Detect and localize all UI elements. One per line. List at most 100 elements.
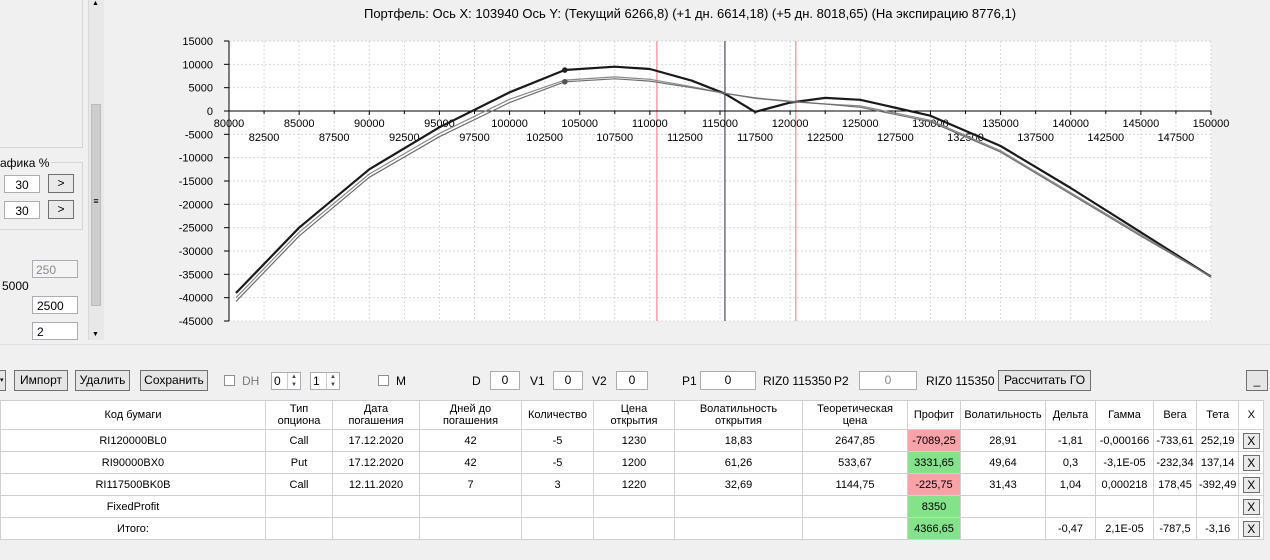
table-cell: 31,43 <box>960 473 1046 496</box>
save-button[interactable]: Сохранить <box>140 370 208 391</box>
d-field[interactable]: 0 <box>490 371 520 390</box>
m-checkbox[interactable] <box>378 375 389 386</box>
column-header[interactable]: Волатильность <box>960 400 1046 430</box>
table-cell <box>1153 495 1197 518</box>
chart-splitter[interactable] <box>0 344 1270 355</box>
remove-cell[interactable]: X <box>1238 473 1265 496</box>
x-tick-label: 85000 <box>284 118 315 130</box>
table-cell: 7 <box>419 473 522 496</box>
p2-label: P2 <box>834 374 849 388</box>
x-tick-label-lower: 82500 <box>249 132 280 144</box>
table-cell <box>674 517 803 540</box>
table-cell: 1220 <box>593 473 675 496</box>
remove-cell[interactable]: X <box>1238 429 1265 452</box>
x-tick-label-lower: 147500 <box>1158 132 1195 144</box>
spin-field-2[interactable]: 1 ▲ ▼ <box>310 372 340 390</box>
remove-row-button[interactable]: X <box>1242 520 1260 537</box>
table-cell: 28,91 <box>960 429 1046 452</box>
profit-cell: -7089,25 <box>907 429 961 452</box>
column-header[interactable]: Профит <box>907 400 961 430</box>
spin-field-1[interactable]: 0 ▲ ▼ <box>271 372 301 390</box>
column-header[interactable]: Тета <box>1195 400 1240 430</box>
table-cell: 17.12.2020 <box>332 451 420 474</box>
remove-row-button[interactable]: X <box>1242 432 1260 449</box>
column-header[interactable]: Теоретическая цена <box>802 400 908 430</box>
table-header-row: Код бумаги Тип опциона Дата погашения Дней … <box>0 400 1265 430</box>
column-header[interactable]: Цена открытия <box>593 400 675 430</box>
table-cell: RI120000BL0 <box>0 429 266 452</box>
column-header[interactable]: Вега <box>1153 400 1197 430</box>
dropdown-arrow-icon[interactable]: ▾ <box>0 370 6 391</box>
minimize-button[interactable]: _ <box>1246 370 1268 391</box>
table-cell <box>802 495 908 518</box>
table-cell <box>1195 495 1240 518</box>
x-tick-label: 125000 <box>842 118 879 130</box>
y-tick-label: -10000 <box>179 153 213 165</box>
table-cell <box>521 517 594 540</box>
table-cell: 42 <box>419 429 522 452</box>
table-cell <box>332 517 420 540</box>
v1-field[interactable]: 0 <box>553 371 583 390</box>
calculate-go-button[interactable]: Рассчитать ГО <box>998 370 1091 391</box>
table-cell <box>1045 495 1096 518</box>
import-button[interactable]: Импорт <box>14 370 68 391</box>
spin-field-1-value: 0 <box>274 374 281 388</box>
table-cell: 1230 <box>593 429 675 452</box>
x-tick-label: 100000 <box>491 118 528 130</box>
x-tick-label-lower: 127500 <box>877 132 914 144</box>
payoff-chart[interactable]: 15000 10000 5000 0 -5000 -10000 -15000 -20000 -2… <box>0 0 1270 345</box>
m-label: M <box>396 374 406 388</box>
column-header[interactable]: Дней до погашения <box>419 400 522 430</box>
column-header[interactable]: Код бумаги <box>0 400 266 430</box>
table-cell: 32,69 <box>674 473 803 496</box>
x-tick-label-lower: 122500 <box>807 132 844 144</box>
y-tick-label: -5000 <box>185 129 213 141</box>
table-row[interactable]: FixedProfit 8350 X <box>0 495 1265 518</box>
y-tick-label: -15000 <box>179 176 213 188</box>
table-cell: 2647,85 <box>802 429 908 452</box>
table-cell: -232,34 <box>1153 451 1197 474</box>
table-cell: 3 <box>521 473 594 496</box>
chart-grid <box>228 40 1212 322</box>
column-header[interactable]: Тип опциона <box>265 400 333 430</box>
x-tick-label-lower: 142500 <box>1087 132 1124 144</box>
delete-button[interactable]: Удалить <box>75 370 130 391</box>
p2-field[interactable]: 0 <box>859 371 917 390</box>
table-cell <box>674 495 803 518</box>
remove-row-button[interactable]: X <box>1242 476 1260 493</box>
column-header[interactable]: Дата погашения <box>332 400 420 430</box>
table-cell <box>593 495 675 518</box>
column-header[interactable]: Волатильность открытия <box>674 400 803 430</box>
p1-field[interactable]: 0 <box>700 371 756 390</box>
table-cell: -3,16 <box>1195 517 1240 540</box>
p1-label: P1 <box>682 374 697 388</box>
x-tick-label: 150000 <box>1193 118 1230 130</box>
v2-field[interactable]: 0 <box>616 371 648 390</box>
spin-arrows-icon[interactable]: ▲ ▼ <box>287 373 300 389</box>
y-tick-label: 10000 <box>182 59 213 71</box>
column-header[interactable]: Гамма <box>1095 400 1154 430</box>
table-cell: 61,26 <box>674 451 803 474</box>
spin-arrows-icon[interactable]: ▲ ▼ <box>326 373 339 389</box>
column-header[interactable]: X <box>1238 400 1265 430</box>
table-row[interactable]: Итого: 4366,65 -0,47 2,1E-05 -787,5 -3,16 X <box>0 517 1265 540</box>
table-row[interactable]: RI90000BX0 Put 17.12.2020 42 -5 1200 61,26 533,… <box>0 451 1265 474</box>
column-header[interactable]: Количество <box>521 400 594 430</box>
d-label: D <box>472 374 481 388</box>
remove-cell[interactable]: X <box>1238 451 1265 474</box>
remove-row-button[interactable]: X <box>1242 498 1260 515</box>
table-cell: -1,81 <box>1045 429 1096 452</box>
x-tick-label: 110000 <box>632 118 668 130</box>
remove-cell[interactable]: X <box>1238 517 1265 540</box>
remove-cell[interactable]: X <box>1238 495 1265 518</box>
table-cell: 178,45 <box>1153 473 1197 496</box>
table-row[interactable]: RI117500BK0B Call 12.11.2020 7 3 1220 32,69 114… <box>0 473 1265 496</box>
dh-checkbox[interactable] <box>224 375 235 386</box>
table-row[interactable]: RI120000BL0 Call 17.12.2020 42 -5 1230 18,83 26… <box>0 429 1265 452</box>
y-tick-label: 5000 <box>189 83 213 95</box>
table-cell <box>332 495 420 518</box>
x-tick-label: 80000 <box>214 118 245 130</box>
remove-row-button[interactable]: X <box>1242 454 1260 471</box>
table-cell: RI117500BK0B <box>0 473 266 496</box>
column-header[interactable]: Дельта <box>1045 400 1096 430</box>
